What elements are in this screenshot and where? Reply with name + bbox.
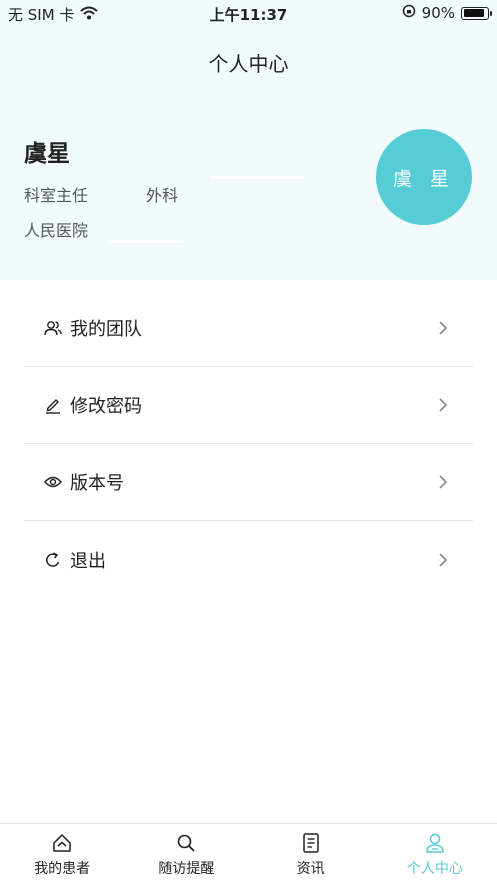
chevron-right-icon	[435, 552, 451, 568]
orientation-lock-icon	[402, 4, 416, 22]
battery-icon	[461, 6, 492, 20]
tab-followup-reminder[interactable]: 随访提醒	[124, 824, 248, 883]
tab-news[interactable]: 资讯	[249, 824, 373, 883]
bottom-tab-bar: 我的患者 随访提醒 资讯 个人中心	[0, 823, 497, 883]
menu-item-label: 修改密码	[70, 396, 142, 417]
user-hospital: 人民医院	[24, 221, 89, 240]
tab-label: 随访提醒	[158, 861, 215, 877]
edit-icon	[44, 396, 62, 414]
chevron-right-icon	[435, 397, 451, 413]
chevron-right-icon	[435, 474, 451, 490]
page-title: 个人中心	[208, 52, 289, 76]
document-icon	[300, 832, 322, 854]
tab-label: 我的患者	[34, 861, 91, 877]
status-bar: 无 SIM 卡 上午11:37 90%	[0, 0, 497, 26]
menu-item-logout[interactable]: 退出	[24, 521, 473, 598]
menu-item-change-password[interactable]: 修改密码	[24, 367, 473, 444]
menu-item-team[interactable]: 我的团队	[24, 290, 473, 367]
tab-personal-center[interactable]: 个人中心	[373, 824, 497, 883]
user-department: 外科	[146, 186, 179, 205]
battery-fill	[463, 9, 485, 17]
search-icon	[175, 832, 197, 854]
decorative-line	[108, 240, 184, 243]
tab-label: 个人中心	[406, 861, 463, 877]
decorative-line	[210, 176, 304, 179]
refresh-icon	[44, 551, 62, 569]
user-icon	[424, 832, 446, 854]
profile-header: 个人中心 虞星 科室主任 外科 人民医院 虞 星	[0, 26, 497, 280]
tab-my-patients[interactable]: 我的患者	[0, 824, 124, 883]
menu-item-version[interactable]: 版本号	[24, 444, 473, 521]
home-icon	[51, 832, 73, 854]
avatar[interactable]: 虞 星	[376, 129, 472, 225]
battery-percent: 90%	[421, 4, 455, 22]
status-right: 90%	[402, 4, 492, 22]
menu-item-label: 版本号	[70, 473, 124, 494]
eye-icon	[44, 473, 62, 491]
user-position: 科室主任	[24, 186, 89, 205]
menu-item-label: 退出	[70, 550, 106, 572]
team-icon	[44, 319, 62, 337]
settings-menu: 我的团队 修改密码 版本号 退出	[24, 290, 473, 598]
user-name: 虞星	[24, 141, 70, 167]
tab-label: 资讯	[296, 861, 325, 877]
chevron-right-icon	[435, 320, 451, 336]
menu-item-label: 我的团队	[70, 319, 142, 340]
